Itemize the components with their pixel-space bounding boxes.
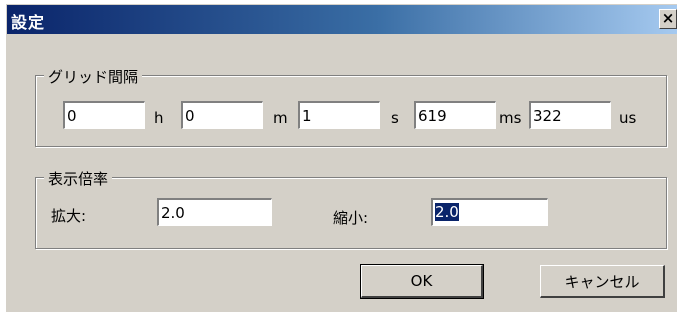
hours-unit-label: h bbox=[154, 109, 164, 127]
grid-hours-input[interactable] bbox=[63, 101, 145, 129]
minutes-unit-label: m bbox=[273, 109, 288, 127]
close-button[interactable]: × bbox=[659, 9, 677, 29]
window-title: 設定 bbox=[11, 13, 46, 32]
close-icon: × bbox=[661, 9, 675, 27]
grid-minutes-input[interactable] bbox=[181, 101, 263, 129]
microseconds-unit-label: us bbox=[619, 109, 637, 127]
ok-button-label: OK bbox=[410, 272, 433, 290]
shrink-input-selection: 2.0 bbox=[435, 203, 459, 221]
grid-microseconds-input[interactable] bbox=[529, 101, 611, 129]
expand-label: 拡大: bbox=[51, 207, 87, 225]
shrink-label: 縮小: bbox=[333, 209, 369, 227]
cancel-button[interactable]: キャンセル bbox=[540, 265, 665, 298]
settings-dialog: 設定 × グリッド間隔 h m s ms us 表示倍率 拡大: 縮小: 2.0… bbox=[6, 4, 677, 312]
shrink-input[interactable]: 2.0 bbox=[431, 198, 548, 226]
seconds-unit-label: s bbox=[391, 109, 399, 127]
grid-interval-label: グリッド間隔 bbox=[44, 66, 143, 87]
ok-button[interactable]: OK bbox=[360, 264, 484, 299]
title-bar[interactable]: 設定 × bbox=[7, 5, 677, 34]
grid-milliseconds-input[interactable] bbox=[414, 101, 496, 129]
grid-seconds-input[interactable] bbox=[298, 101, 380, 129]
cancel-button-label: キャンセル bbox=[564, 272, 640, 291]
expand-input[interactable] bbox=[157, 198, 272, 226]
display-zoom-label: 表示倍率 bbox=[44, 168, 113, 189]
milliseconds-unit-label: ms bbox=[499, 109, 522, 127]
